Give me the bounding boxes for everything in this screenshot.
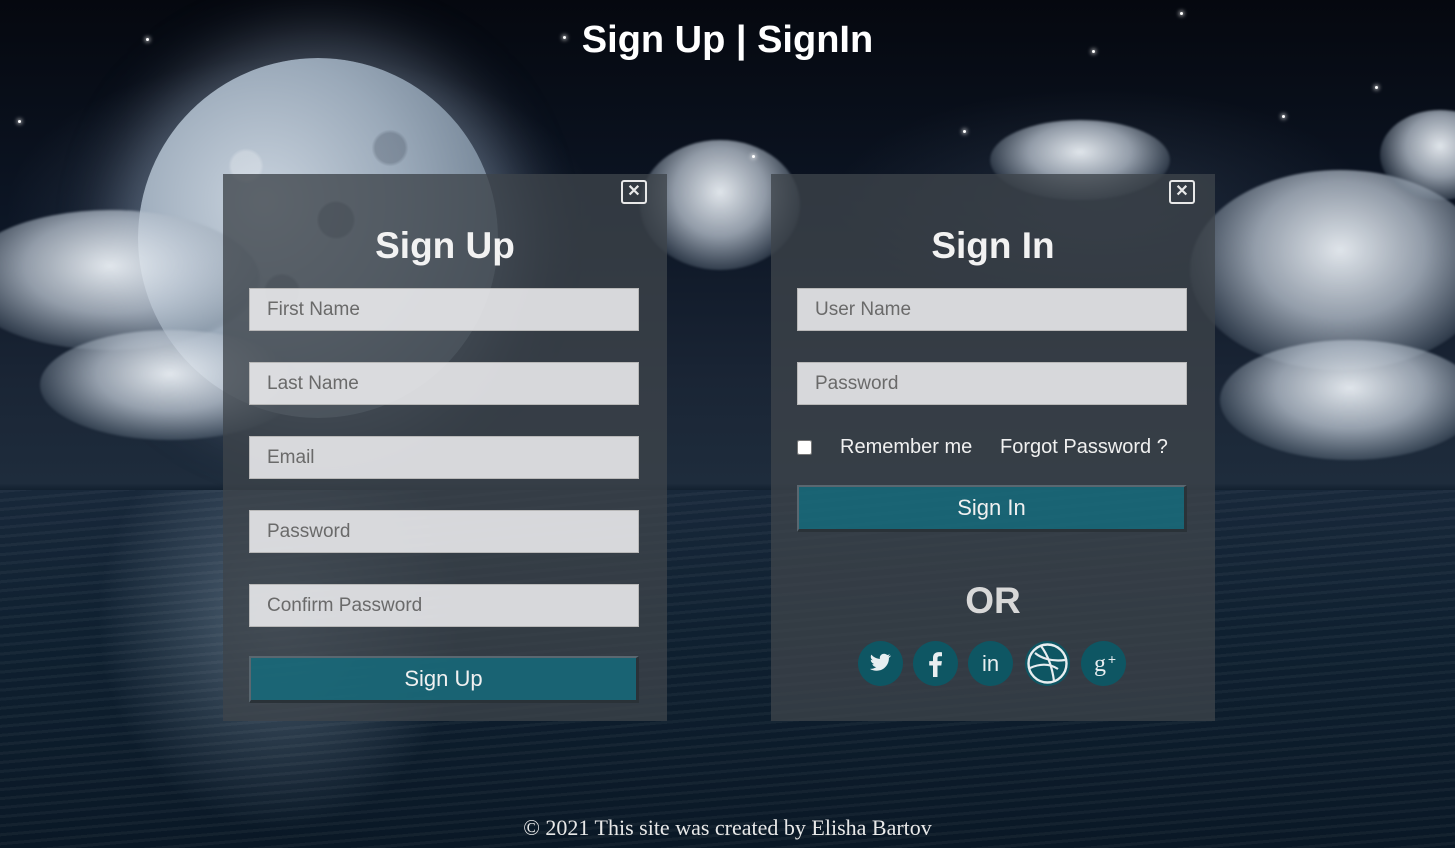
email-input[interactable] — [249, 436, 639, 479]
dribbble-button[interactable] — [1025, 641, 1070, 686]
star — [1180, 12, 1183, 15]
remember-me-checkbox[interactable] — [797, 440, 812, 455]
signin-password-input[interactable] — [797, 362, 1187, 405]
close-icon: ✕ — [627, 183, 641, 200]
username-input[interactable] — [797, 288, 1187, 331]
last-name-input[interactable] — [249, 362, 639, 405]
linkedin-button[interactable]: in — [968, 641, 1013, 686]
google-plus-icon: g + — [1094, 651, 1116, 677]
signup-password-input[interactable] — [249, 510, 639, 553]
remember-row: Remember me Forgot Password ? — [797, 434, 1197, 460]
signin-button[interactable]: Sign In — [797, 485, 1187, 532]
star — [963, 130, 966, 133]
linkedin-icon: in — [982, 651, 999, 676]
first-name-input[interactable] — [249, 288, 639, 331]
signin-heading: Sign In — [931, 225, 1055, 266]
signup-heading: Sign Up — [375, 225, 515, 266]
facebook-button[interactable] — [913, 641, 958, 686]
svg-text:in: in — [982, 651, 999, 676]
star — [18, 120, 21, 123]
page-title: Sign Up | SignIn — [581, 19, 874, 61]
forgot-password-link[interactable]: Forgot Password ? — [1000, 434, 1168, 460]
star — [1375, 86, 1378, 89]
signin-panel: ✕ Sign In Remember me Forgot Password ? … — [771, 174, 1215, 721]
background-scene — [0, 0, 1455, 848]
facebook-icon — [929, 652, 942, 677]
or-divider: OR — [965, 580, 1021, 621]
svg-text:g: g — [1094, 651, 1106, 677]
signup-panel: ✕ Sign Up Sign Up — [223, 174, 667, 721]
footer-credit: © 2021 This site was created by Elisha B… — [523, 815, 932, 840]
dribbble-icon — [1027, 643, 1068, 684]
signup-close-button[interactable]: ✕ — [621, 180, 647, 204]
signin-close-button[interactable]: ✕ — [1169, 180, 1195, 204]
svg-text:+: + — [1108, 651, 1116, 667]
confirm-password-input[interactable] — [249, 584, 639, 627]
star — [1282, 115, 1285, 118]
google-plus-button[interactable]: g + — [1081, 641, 1126, 686]
sea-image — [0, 490, 1455, 848]
twitter-icon — [869, 653, 892, 671]
remember-me-label: Remember me — [840, 436, 973, 458]
signup-button[interactable]: Sign Up — [249, 656, 639, 703]
twitter-button[interactable] — [858, 641, 903, 686]
social-login-row: in g + — [858, 641, 1138, 687]
close-icon: ✕ — [1175, 183, 1189, 200]
star — [752, 155, 755, 158]
